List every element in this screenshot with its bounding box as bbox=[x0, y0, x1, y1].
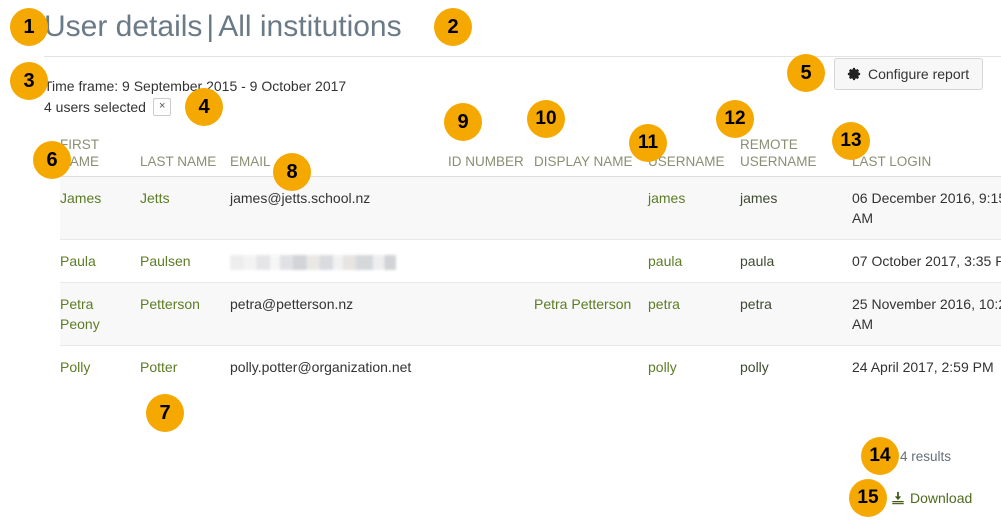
callout-badge-3: 3 bbox=[10, 62, 48, 100]
first-name-link[interactable]: Petra Peony bbox=[60, 296, 100, 332]
user-details-table: FIRST NAME LAST NAME EMAIL ID NUMBER DIS… bbox=[60, 136, 1001, 388]
remote-username-text: petra bbox=[740, 296, 772, 312]
callout-badge-12: 12 bbox=[716, 100, 754, 138]
cell-username: paula bbox=[648, 239, 740, 283]
column-header-id-number[interactable]: ID NUMBER bbox=[448, 136, 534, 177]
email-text: james@jetts.school.nz bbox=[230, 190, 371, 206]
cell-last-login: 07 October 2017, 3:35 PM bbox=[852, 239, 1001, 283]
callout-badge-1: 1 bbox=[10, 8, 48, 46]
page-title-main: User details bbox=[44, 10, 203, 43]
callout-badge-5: 5 bbox=[787, 54, 825, 92]
cell-email: james@jetts.school.nz bbox=[230, 176, 448, 240]
column-header-last-name[interactable]: LAST NAME bbox=[140, 136, 230, 177]
username-link[interactable]: polly bbox=[648, 359, 677, 375]
email-text: petra@petterson.nz bbox=[230, 296, 354, 312]
cell-display-name bbox=[534, 176, 648, 240]
cell-last-login: 24 April 2017, 2:59 PM bbox=[852, 346, 1001, 389]
table-row: Polly Potter polly.potter@organization.net… bbox=[60, 346, 1001, 389]
cell-last-name: Jetts bbox=[140, 176, 230, 240]
cell-last-login: 25 November 2016, 10:25 AM bbox=[852, 282, 1001, 346]
email-text: polly.potter@organization.net bbox=[230, 359, 412, 375]
cell-username: petra bbox=[648, 282, 740, 346]
callout-badge-13: 13 bbox=[832, 122, 870, 160]
cell-last-name: Petterson bbox=[140, 282, 230, 346]
clear-selection-button[interactable]: × bbox=[152, 98, 172, 116]
last-login-text: 06 December 2016, 9:15 AM bbox=[852, 190, 1001, 226]
cell-display-name bbox=[534, 239, 648, 283]
cell-last-name: Paulsen bbox=[140, 239, 230, 283]
callout-badge-15: 15 bbox=[849, 479, 887, 517]
download-link[interactable]: Download bbox=[891, 488, 972, 508]
title-divider bbox=[44, 56, 1001, 57]
last-name-link[interactable]: Paulsen bbox=[140, 253, 191, 269]
last-login-text: 07 October 2017, 3:35 PM bbox=[852, 253, 1001, 269]
results-count: 4 results bbox=[900, 449, 952, 464]
cell-remote-username: paula bbox=[740, 239, 852, 283]
download-icon bbox=[891, 491, 905, 505]
gear-icon bbox=[847, 67, 861, 81]
cell-id-number bbox=[448, 239, 534, 283]
column-header-last-login[interactable]: LAST LOGIN bbox=[852, 136, 1001, 177]
last-name-link[interactable]: Jetts bbox=[140, 190, 170, 206]
page-title: User details | All institutions bbox=[44, 8, 402, 46]
cell-remote-username: polly bbox=[740, 346, 852, 389]
configure-report-button[interactable]: Configure report bbox=[834, 58, 984, 90]
table-row: Paula Paulsen paula paula 07 October 2017, 3… bbox=[60, 239, 1001, 283]
first-name-link[interactable]: James bbox=[60, 190, 101, 206]
last-login-text: 25 November 2016, 10:25 AM bbox=[852, 296, 1001, 332]
callout-badge-14: 14 bbox=[861, 437, 899, 475]
cell-first-name: Petra Peony bbox=[60, 282, 140, 346]
callout-badge-11: 11 bbox=[629, 124, 667, 162]
selection-count-label: 4 users selected bbox=[44, 99, 146, 115]
username-link[interactable]: paula bbox=[648, 253, 682, 269]
cell-email bbox=[230, 239, 448, 283]
cell-first-name: James bbox=[60, 176, 140, 240]
cell-id-number bbox=[448, 282, 534, 346]
cell-email: polly.potter@organization.net bbox=[230, 346, 448, 389]
configure-report-label: Configure report bbox=[868, 66, 970, 82]
cell-display-name bbox=[534, 346, 648, 389]
cell-first-name: Polly bbox=[60, 346, 140, 389]
cell-remote-username: james bbox=[740, 176, 852, 240]
table-row: James Jetts james@jetts.school.nz james jame… bbox=[60, 176, 1001, 240]
remote-username-text: polly bbox=[740, 359, 769, 375]
cell-last-login: 06 December 2016, 9:15 AM bbox=[852, 176, 1001, 240]
cell-first-name: Paula bbox=[60, 239, 140, 283]
last-name-link[interactable]: Petterson bbox=[140, 296, 200, 312]
download-label: Download bbox=[910, 490, 973, 506]
cell-remote-username: petra bbox=[740, 282, 852, 346]
callout-badge-9: 9 bbox=[444, 103, 482, 141]
page-title-separator: | bbox=[206, 10, 215, 43]
selection-summary: 4 users selected × bbox=[44, 97, 172, 117]
callout-badge-2: 2 bbox=[434, 8, 472, 46]
callout-badge-10: 10 bbox=[527, 100, 565, 138]
cell-username: james bbox=[648, 176, 740, 240]
table-body: James Jetts james@jetts.school.nz james jame… bbox=[60, 176, 1001, 389]
username-link[interactable]: james bbox=[648, 190, 685, 206]
redacted-email bbox=[230, 254, 396, 270]
report-page: User details | All institutions Time frame… bbox=[0, 0, 1001, 527]
cell-last-name: Potter bbox=[140, 346, 230, 389]
table-row: Petra Peony Petterson petra@petterson.nz Pe… bbox=[60, 282, 1001, 346]
remote-username-text: paula bbox=[740, 253, 775, 269]
cell-username: polly bbox=[648, 346, 740, 389]
cell-id-number bbox=[448, 176, 534, 240]
last-login-text: 24 April 2017, 2:59 PM bbox=[852, 359, 994, 375]
page-title-scope: All institutions bbox=[218, 10, 402, 43]
column-header-first-name[interactable]: FIRST NAME bbox=[60, 136, 140, 177]
callout-badge-4: 4 bbox=[185, 88, 223, 126]
remote-username-text: james bbox=[740, 190, 778, 206]
display-name-link[interactable]: Petra Petterson bbox=[534, 296, 631, 312]
username-link[interactable]: petra bbox=[648, 296, 680, 312]
callout-badge-8: 8 bbox=[273, 153, 311, 191]
callout-badge-6: 6 bbox=[33, 141, 71, 179]
column-header-email[interactable]: EMAIL bbox=[230, 136, 448, 177]
last-name-link[interactable]: Potter bbox=[140, 359, 177, 375]
cell-display-name: Petra Petterson bbox=[534, 282, 648, 346]
callout-badge-7: 7 bbox=[146, 394, 184, 432]
cell-id-number bbox=[448, 346, 534, 389]
cell-email: petra@petterson.nz bbox=[230, 282, 448, 346]
first-name-link[interactable]: Polly bbox=[60, 359, 90, 375]
first-name-link[interactable]: Paula bbox=[60, 253, 96, 269]
